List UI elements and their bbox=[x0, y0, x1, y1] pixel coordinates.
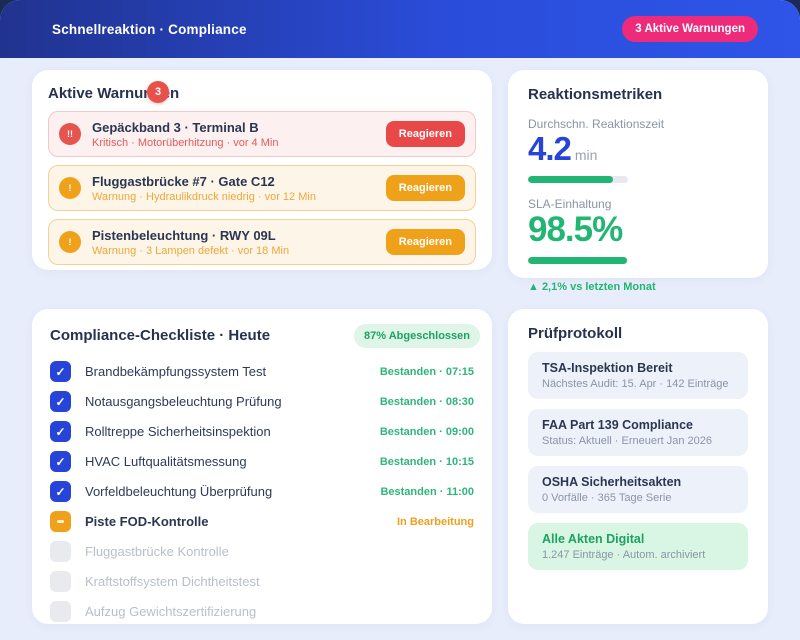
sla-progressbar bbox=[528, 257, 628, 264]
checklist-item-label: Brandbekämpfungssystem Test bbox=[85, 364, 266, 379]
response-metrics-panel: Reaktionsmetriken Durchschn. Reaktionsze… bbox=[508, 70, 768, 278]
respond-button[interactable]: Reagieren bbox=[386, 229, 465, 255]
checklist-item-status: Bestanden · 07:15 bbox=[380, 366, 474, 378]
audit-card-osha: OSHA Sicherheitsakten 0 Vorfälle · 365 T… bbox=[528, 466, 748, 513]
checklist-item-label: Notausgangsbeleuchtung Prüfung bbox=[85, 394, 282, 409]
checklist-title: Compliance-Checkliste · Heute bbox=[50, 327, 270, 344]
alert-text: Pistenbeleuchtung · RWY 09L Warnung · 3 … bbox=[92, 228, 289, 257]
audit-card-detail: Status: Aktuell · Erneuert Jan 2026 bbox=[542, 435, 734, 447]
checklist-row: Aufzug Gewichtszertifizierung bbox=[48, 597, 476, 627]
alert-title: Pistenbeleuchtung · RWY 09L bbox=[92, 228, 289, 243]
checklist-row: ✓ Brandbekämpfungssystem Test Bestanden … bbox=[48, 357, 476, 387]
avg-response-label: Durchschn. Reaktionszeit bbox=[528, 117, 748, 131]
checkbox-checked[interactable]: ✓ bbox=[50, 481, 71, 502]
audit-card-faa: FAA Part 139 Compliance Status: Aktuell … bbox=[528, 409, 748, 456]
alert-text: Gepäckband 3 · Terminal B Kritisch · Mot… bbox=[92, 120, 278, 149]
app-title: Schnellreaktion · Compliance bbox=[52, 22, 247, 37]
active-warnings-badge: 3 Aktive Warnungen bbox=[622, 16, 758, 42]
warning-count-badge: 3 bbox=[147, 81, 169, 103]
checkbox-empty[interactable] bbox=[50, 601, 71, 622]
checklist-row: ✓ Vorfeldbeleuchtung Überprüfung Bestand… bbox=[48, 477, 476, 507]
checklist-item-label: Rolltreppe Sicherheitsinspektion bbox=[85, 424, 271, 439]
audit-card-title: OSHA Sicherheitsakten bbox=[542, 475, 734, 489]
alert-card-pistenbeleuchtung: ! Pistenbeleuchtung · RWY 09L Warnung · … bbox=[48, 219, 476, 265]
active-warnings-panel: Aktive Warnungen 3 !! Gepäckband 3 · Ter… bbox=[32, 70, 492, 270]
active-warnings-title-wrap: Aktive Warnungen 3 bbox=[48, 85, 179, 103]
warning-alert-icon: ! bbox=[59, 177, 81, 199]
checkbox-checked[interactable]: ✓ bbox=[50, 421, 71, 442]
top-header: Schnellreaktion · Compliance 3 Aktive Wa… bbox=[0, 0, 800, 58]
audit-card-detail: 0 Vorfälle · 365 Tage Serie bbox=[542, 492, 734, 504]
alert-detail: Warnung · 3 Lampen defekt · vor 18 Min bbox=[92, 245, 289, 257]
audit-card-tsa: TSA-Inspektion Bereit Nächstes Audit: 15… bbox=[528, 352, 748, 399]
checkbox-in-progress[interactable] bbox=[50, 511, 71, 532]
sla-value: 98.5% bbox=[528, 212, 622, 249]
checklist-row: Kraftstoffsystem Dichtheitstest bbox=[48, 567, 476, 597]
checklist-progress-badge: 87% Abgeschlossen bbox=[354, 324, 480, 348]
checklist-item-status: Bestanden · 10:15 bbox=[380, 456, 474, 468]
avg-response-progressbar bbox=[528, 176, 628, 183]
checklist-item-label: Aufzug Gewichtszertifizierung bbox=[85, 604, 256, 619]
checkbox-empty[interactable] bbox=[50, 541, 71, 562]
checklist: ✓ Brandbekämpfungssystem Test Bestanden … bbox=[48, 357, 476, 627]
checklist-item-label: HVAC Luftqualitätsmessung bbox=[85, 454, 247, 469]
alert-card-gepaeckband: !! Gepäckband 3 · Terminal B Kritisch · … bbox=[48, 111, 476, 157]
avg-response-unit: min bbox=[575, 147, 598, 163]
checklist-item-label: Vorfeldbeleuchtung Überprüfung bbox=[85, 484, 272, 499]
metrics-title: Reaktionsmetriken bbox=[528, 86, 748, 103]
alert-detail: Kritisch · Motorüberhitzung · vor 4 Min bbox=[92, 137, 278, 149]
trend-indicator: ▲ 2,1% vs letzten Monat bbox=[528, 281, 748, 293]
compliance-checklist-panel: Compliance-Checkliste · Heute 87% Abgesc… bbox=[32, 309, 492, 624]
checklist-item-status: Bestanden · 08:30 bbox=[380, 396, 474, 408]
warning-alert-icon: ! bbox=[59, 231, 81, 253]
avg-response-value-row: 4.2 min bbox=[528, 132, 748, 167]
checkbox-empty[interactable] bbox=[50, 571, 71, 592]
sla-label: SLA-Einhaltung bbox=[528, 197, 748, 211]
sla-progress-fill bbox=[528, 257, 627, 264]
respond-button[interactable]: Reagieren bbox=[386, 175, 465, 201]
checklist-row: ✓ Notausgangsbeleuchtung Prüfung Bestand… bbox=[48, 387, 476, 417]
checklist-item-label: Piste FOD-Kontrolle bbox=[85, 514, 209, 529]
alert-title: Gepäckband 3 · Terminal B bbox=[92, 120, 278, 135]
checklist-header: Compliance-Checkliste · Heute 87% Abgesc… bbox=[48, 324, 476, 348]
audit-card-digital: Alle Akten Digital 1.247 Einträge · Auto… bbox=[528, 523, 748, 570]
audit-card-title: Alle Akten Digital bbox=[542, 532, 734, 546]
alert-card-fluggastbruecke: ! Fluggastbrücke #7 · Gate C12 Warnung ·… bbox=[48, 165, 476, 211]
audit-card-detail: 1.247 Einträge · Autom. archiviert bbox=[542, 549, 734, 561]
alert-text: Fluggastbrücke #7 · Gate C12 Warnung · H… bbox=[92, 174, 316, 203]
alert-title: Fluggastbrücke #7 · Gate C12 bbox=[92, 174, 316, 189]
checklist-item-label: Kraftstoffsystem Dichtheitstest bbox=[85, 574, 260, 589]
checklist-item-status: Bestanden · 11:00 bbox=[380, 486, 474, 498]
audit-card-title: TSA-Inspektion Bereit bbox=[542, 361, 734, 375]
avg-response-progress-fill bbox=[528, 176, 613, 183]
checkbox-checked[interactable]: ✓ bbox=[50, 361, 71, 382]
checklist-row: ✓ Rolltreppe Sicherheitsinspektion Besta… bbox=[48, 417, 476, 447]
audit-title: Prüfprotokoll bbox=[528, 325, 748, 342]
app-container: Schnellreaktion · Compliance 3 Aktive Wa… bbox=[0, 0, 800, 640]
critical-alert-icon: !! bbox=[59, 123, 81, 145]
checklist-row: Piste FOD-Kontrolle In Bearbeitung bbox=[48, 507, 476, 537]
checklist-row: Fluggastbrücke Kontrolle bbox=[48, 537, 476, 567]
respond-button[interactable]: Reagieren bbox=[386, 121, 465, 147]
checkbox-checked[interactable]: ✓ bbox=[50, 391, 71, 412]
audit-card-detail: Nächstes Audit: 15. Apr · 142 Einträge bbox=[542, 378, 734, 390]
avg-response-value: 4.2 bbox=[528, 132, 571, 167]
audit-card-title: FAA Part 139 Compliance bbox=[542, 418, 734, 432]
checklist-item-label: Fluggastbrücke Kontrolle bbox=[85, 544, 229, 559]
checklist-row: ✓ HVAC Luftqualitätsmessung Bestanden · … bbox=[48, 447, 476, 477]
checkbox-checked[interactable]: ✓ bbox=[50, 451, 71, 472]
main-content: Aktive Warnungen 3 !! Gepäckband 3 · Ter… bbox=[0, 58, 800, 640]
checklist-item-status: Bestanden · 09:00 bbox=[380, 426, 474, 438]
alert-detail: Warnung · Hydraulikdruck niedrig · vor 1… bbox=[92, 191, 316, 203]
checklist-item-status: In Bearbeitung bbox=[397, 516, 474, 528]
sla-value-row: 98.5% bbox=[528, 212, 748, 249]
audit-log-panel: Prüfprotokoll TSA-Inspektion Bereit Näch… bbox=[508, 309, 768, 624]
